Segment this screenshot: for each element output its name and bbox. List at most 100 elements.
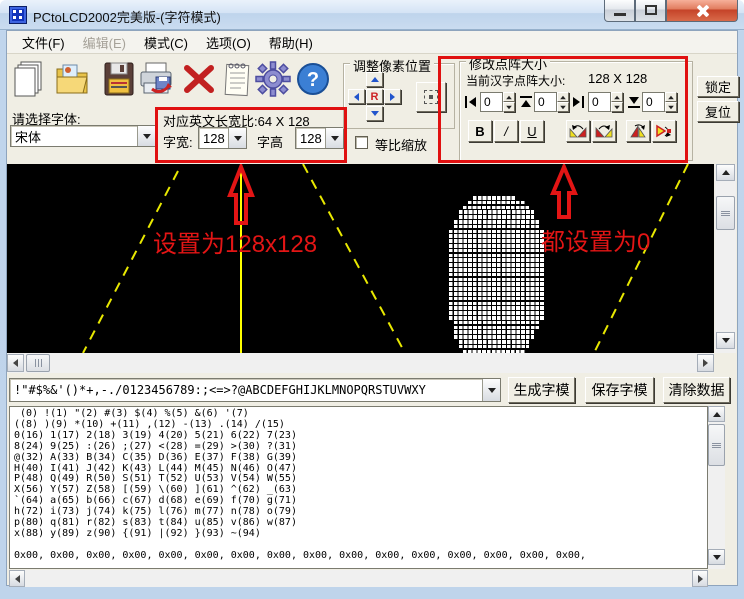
arrow-left-icon	[15, 575, 20, 583]
scroll-up-button[interactable]	[708, 406, 725, 422]
scroll-right-button[interactable]	[697, 354, 714, 372]
spin-up-button[interactable]	[503, 92, 515, 102]
underline-button[interactable]: U	[520, 120, 544, 142]
font-combobox-dropdown[interactable]	[137, 126, 155, 146]
scroll-left-button[interactable]	[9, 570, 25, 587]
menu-item-编辑(E): 编辑(E)	[74, 30, 135, 55]
save-icon[interactable]	[99, 57, 139, 101]
open-file-icon[interactable]	[53, 57, 93, 101]
mirror-horizontal-button[interactable]	[652, 120, 676, 142]
scroll-down-button[interactable]	[716, 332, 735, 349]
charmap-combobox[interactable]: !"#$%&'()*+,-./0123456789:;<=>?@ABCDEFGH…	[9, 378, 501, 402]
proportional-scale-checkbox[interactable]	[355, 136, 368, 149]
char-width-dropdown[interactable]	[228, 128, 246, 148]
grip-icon	[721, 210, 730, 217]
charmap-dropdown[interactable]	[482, 379, 500, 401]
minimize-button[interactable]	[604, 0, 635, 22]
glyph-preview-canvas[interactable]: 设置为128x128 都设置为0	[7, 164, 714, 353]
spin-up-button[interactable]	[611, 92, 623, 102]
rotate-left-button[interactable]	[566, 120, 590, 142]
app-window: PCtoLCD2002完美版-(字符模式) 文件(F)编辑(E)模式(C)选项(…	[0, 0, 744, 599]
preview-horizontal-scrollbar[interactable]	[7, 353, 714, 373]
spin-down-button[interactable]	[665, 102, 677, 112]
scroll-right-button[interactable]	[692, 570, 708, 587]
font-combobox[interactable]: 宋体	[10, 125, 156, 147]
charmap-value: !"#$%&'()*+,-./0123456789:;<=>?@ABCDEFGH…	[10, 381, 482, 399]
pixel-position-group-title: 调整像素位置	[350, 56, 434, 75]
arrow-left-icon	[13, 359, 18, 367]
clear-data-button[interactable]: 清除数据	[663, 377, 730, 403]
bold-button[interactable]: B	[468, 120, 492, 142]
minimize-icon	[614, 13, 626, 16]
annotation-note-1: 设置为128x128	[153, 224, 317, 259]
margin-input[interactable]: 0	[588, 92, 611, 112]
title-bar: PCtoLCD2002完美版-(字符模式)	[0, 0, 744, 30]
svg-text:?: ?	[307, 69, 319, 91]
menu-bar: 文件(F)编辑(E)模式(C)选项(O)帮助(H)	[7, 31, 737, 54]
delete-icon[interactable]	[179, 57, 219, 101]
center-position-button[interactable]	[416, 82, 446, 112]
spin-down-button[interactable]	[611, 102, 623, 112]
help-icon[interactable]: ?	[293, 57, 333, 101]
char-height-dropdown[interactable]	[325, 128, 343, 148]
spin-down-button[interactable]	[557, 102, 569, 112]
scroll-down-button[interactable]	[708, 549, 725, 565]
new-file-icon[interactable]	[9, 57, 49, 101]
notes-icon[interactable]	[217, 57, 257, 101]
char-height-label: 字高	[257, 132, 283, 151]
chevron-down-icon	[143, 134, 151, 139]
output-text: (0) !(1) "(2) #(3) $(4) %(5) &(6) '(7) (…	[10, 407, 707, 562]
move-up-button[interactable]	[366, 72, 383, 87]
scroll-thumb[interactable]	[708, 424, 725, 466]
arrow-up-icon	[722, 170, 730, 175]
spin-up-button[interactable]	[557, 92, 569, 102]
scroll-up-button[interactable]	[716, 164, 735, 181]
margin-input[interactable]: 0	[642, 92, 665, 112]
settings-gear-icon[interactable]	[253, 57, 293, 101]
arrow-up-icon	[371, 77, 379, 82]
arrow-down-icon	[668, 105, 674, 109]
window-title: PCtoLCD2002完美版-(字符模式)	[33, 7, 221, 26]
arrow-right-icon	[698, 575, 703, 583]
margin-input[interactable]: 0	[534, 92, 557, 112]
save-font-button[interactable]: 保存字模	[585, 377, 654, 403]
app-icon	[9, 6, 27, 24]
char-height-combobox[interactable]: 128	[295, 127, 344, 149]
menu-item-选项(O)[interactable]: 选项(O)	[197, 30, 260, 55]
output-horizontal-scrollbar[interactable]	[9, 570, 708, 587]
reset-position-button[interactable]: R	[366, 89, 383, 104]
bottom-edge-icon	[626, 94, 642, 110]
margin-input[interactable]: 0	[480, 92, 503, 112]
lock-button[interactable]: 锁定	[697, 76, 739, 97]
reset-button[interactable]: 复位	[697, 101, 739, 122]
scroll-left-button[interactable]	[7, 354, 24, 372]
italic-button[interactable]: /	[494, 120, 518, 142]
scroll-thumb[interactable]	[26, 354, 50, 372]
preview-vertical-scrollbar[interactable]	[715, 164, 736, 353]
move-left-button[interactable]	[348, 89, 365, 104]
arrow-right-icon	[703, 359, 708, 367]
output-textarea[interactable]: (0) !(1) "(2) #(3) $(4) %(5) &(6) '(7) (…	[9, 406, 708, 569]
mirror-vertical-button[interactable]	[626, 120, 650, 142]
menu-item-帮助(H)[interactable]: 帮助(H)	[260, 30, 322, 55]
arrow-down-icon	[506, 105, 512, 109]
menu-item-文件(F)[interactable]: 文件(F)	[13, 30, 74, 55]
move-down-button[interactable]	[366, 106, 383, 121]
output-vertical-scrollbar[interactable]	[708, 406, 725, 569]
margin-spinner: 0	[626, 92, 677, 112]
spin-down-button[interactable]	[503, 102, 515, 112]
scroll-thumb[interactable]	[716, 196, 735, 230]
rotate-right-button[interactable]	[592, 120, 616, 142]
generate-font-button[interactable]: 生成字模	[508, 377, 575, 403]
char-width-combobox[interactable]: 128	[198, 127, 247, 149]
print-icon[interactable]	[137, 57, 177, 101]
char-width-value: 128	[199, 129, 228, 148]
move-right-button[interactable]	[384, 89, 401, 104]
menu-item-模式(C)[interactable]: 模式(C)	[135, 30, 197, 55]
font-combobox-value: 宋体	[11, 125, 137, 148]
arrow-down-icon	[614, 105, 620, 109]
maximize-button[interactable]	[635, 0, 666, 22]
spin-up-button[interactable]	[665, 92, 677, 102]
close-button[interactable]	[666, 0, 738, 22]
arrow-down-icon	[560, 105, 566, 109]
